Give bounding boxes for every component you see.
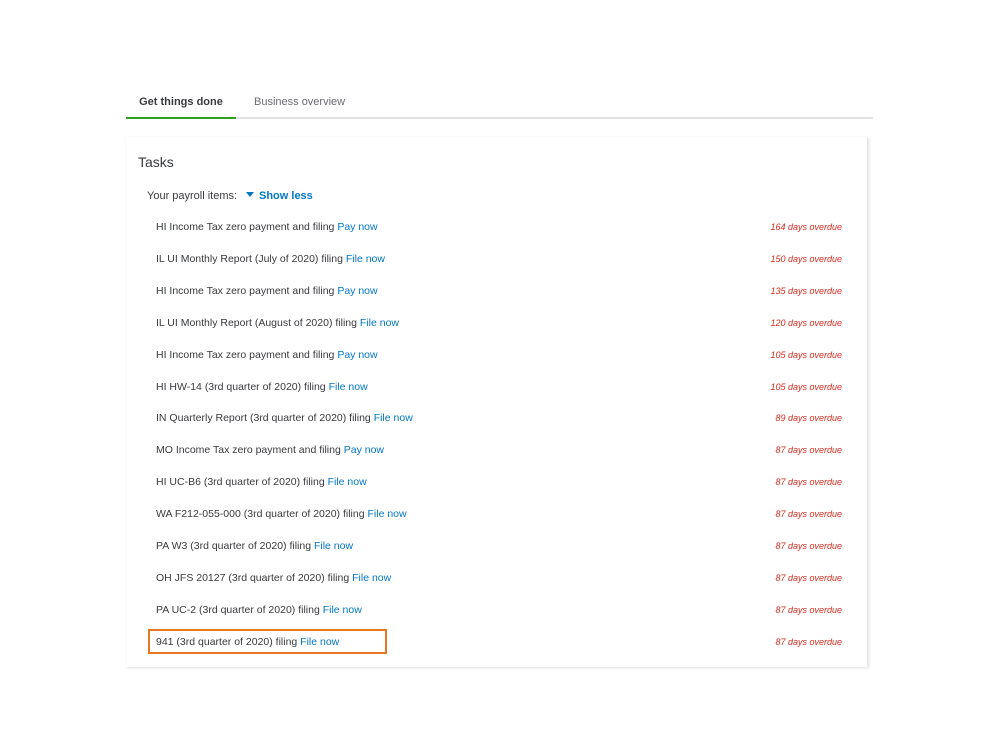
- task-text: IL UI Monthly Report (July of 2020) fili…: [156, 252, 346, 265]
- overdue-status: 87 days overdue: [775, 445, 842, 456]
- task-row: WA F212-055-000 (3rd quarter of 2020) fi…: [126, 508, 867, 528]
- overdue-status: 87 days overdue: [775, 636, 842, 647]
- task-row: MO Income Tax zero payment and filing Pa…: [126, 444, 867, 464]
- task-action-link[interactable]: File now: [374, 412, 413, 424]
- overdue-status: 89 days overdue: [775, 413, 842, 424]
- task-text: PA UC-2 (3rd quarter of 2020) filing: [156, 603, 323, 616]
- task-description: HI HW-14 (3rd quarter of 2020) filing Fi…: [156, 381, 368, 393]
- caret-down-icon: [246, 192, 254, 197]
- task-text: IN Quarterly Report (3rd quarter of 2020…: [156, 412, 374, 425]
- task-row: HI Income Tax zero payment and filing Pa…: [126, 349, 867, 369]
- task-action-link[interactable]: File now: [367, 508, 406, 520]
- overdue-status: 120 days overdue: [770, 317, 842, 328]
- overdue-status: 105 days overdue: [770, 381, 842, 392]
- tab-get-things-done[interactable]: Get things done: [126, 86, 236, 119]
- task-description: HI UC-B6 (3rd quarter of 2020) filing Fi…: [156, 476, 367, 488]
- tab-bar: Get things done Business overview: [126, 86, 873, 119]
- task-action-link[interactable]: File now: [323, 604, 362, 616]
- task-row: HI HW-14 (3rd quarter of 2020) filing Fi…: [126, 381, 867, 401]
- task-text: HI Income Tax zero payment and filing: [156, 221, 338, 233]
- overdue-status: 87 days overdue: [775, 477, 842, 488]
- task-text: MO Income Tax zero payment and filing: [156, 444, 344, 457]
- task-action-link[interactable]: Pay now: [337, 349, 377, 361]
- card-title: Tasks: [138, 154, 174, 170]
- overdue-status: 87 days overdue: [775, 509, 842, 520]
- task-row: HI Income Tax zero payment and filing Pa…: [126, 221, 867, 241]
- task-action-link[interactable]: Pay now: [337, 285, 377, 297]
- task-text: HI Income Tax zero payment and filing: [156, 284, 338, 297]
- task-description: PA UC-2 (3rd quarter of 2020) filing Fil…: [156, 604, 362, 616]
- task-text: WA F212-055-000 (3rd quarter of 2020) fi…: [156, 508, 368, 521]
- task-text: HI HW-14 (3rd quarter of 2020) filing: [156, 380, 329, 393]
- overdue-status: 87 days overdue: [775, 572, 842, 583]
- task-row: IL UI Monthly Report (August of 2020) fi…: [126, 317, 867, 337]
- highlight-box: [148, 629, 387, 654]
- overdue-status: 135 days overdue: [770, 285, 842, 296]
- task-action-link[interactable]: File now: [329, 381, 368, 393]
- overdue-status: 105 days overdue: [770, 349, 842, 360]
- task-action-link[interactable]: Pay now: [337, 221, 377, 233]
- task-description: MO Income Tax zero payment and filing Pa…: [156, 444, 384, 456]
- task-row: IL UI Monthly Report (July of 2020) fili…: [126, 253, 867, 273]
- show-less-label: Show less: [259, 190, 313, 202]
- task-text: IL UI Monthly Report (August of 2020) fi…: [156, 316, 360, 329]
- tasks-card: Tasks Your payroll items: Show less HI I…: [126, 137, 868, 667]
- overdue-status: 164 days overdue: [770, 222, 842, 232]
- task-description: OH JFS 20127 (3rd quarter of 2020) filin…: [156, 572, 391, 584]
- task-action-link[interactable]: File now: [360, 317, 399, 329]
- task-description: PA W3 (3rd quarter of 2020) filing File …: [156, 540, 353, 552]
- task-text: HI UC-B6 (3rd quarter of 2020) filing: [156, 476, 328, 489]
- task-row: PA W3 (3rd quarter of 2020) filing File …: [126, 540, 867, 560]
- task-action-link[interactable]: File now: [328, 476, 367, 488]
- task-text: PA W3 (3rd quarter of 2020) filing: [156, 540, 314, 552]
- task-action-link[interactable]: Pay now: [344, 444, 384, 456]
- task-description: IL UI Monthly Report (August of 2020) fi…: [156, 317, 399, 329]
- payroll-items-label: Your payroll items:: [147, 190, 238, 202]
- task-description: WA F212-055-000 (3rd quarter of 2020) fi…: [156, 508, 407, 520]
- task-row: IN Quarterly Report (3rd quarter of 2020…: [126, 412, 867, 432]
- overdue-status: 150 days overdue: [770, 253, 842, 264]
- overdue-status: 87 days overdue: [775, 541, 842, 551]
- task-description: IL UI Monthly Report (July of 2020) fili…: [156, 253, 385, 265]
- task-text: OH JFS 20127 (3rd quarter of 2020) filin…: [156, 571, 353, 584]
- task-description: HI Income Tax zero payment and filing Pa…: [156, 349, 378, 361]
- task-action-link[interactable]: File now: [346, 253, 385, 265]
- task-description: HI Income Tax zero payment and filing Pa…: [156, 221, 378, 233]
- task-description: IN Quarterly Report (3rd quarter of 2020…: [156, 412, 413, 424]
- show-less-toggle[interactable]: Show less: [246, 190, 313, 202]
- task-row: OH JFS 20127 (3rd quarter of 2020) filin…: [126, 572, 867, 592]
- task-row: HI Income Tax zero payment and filing Pa…: [126, 285, 867, 305]
- task-text: HI Income Tax zero payment and filing: [156, 348, 338, 361]
- task-action-link[interactable]: File now: [314, 540, 353, 552]
- overdue-status: 87 days overdue: [775, 604, 842, 615]
- task-action-link[interactable]: File now: [352, 572, 391, 584]
- task-description: HI Income Tax zero payment and filing Pa…: [156, 285, 378, 297]
- task-row: HI UC-B6 (3rd quarter of 2020) filing Fi…: [126, 476, 867, 496]
- tab-business-overview[interactable]: Business overview: [254, 86, 345, 119]
- task-row: PA UC-2 (3rd quarter of 2020) filing Fil…: [126, 604, 867, 624]
